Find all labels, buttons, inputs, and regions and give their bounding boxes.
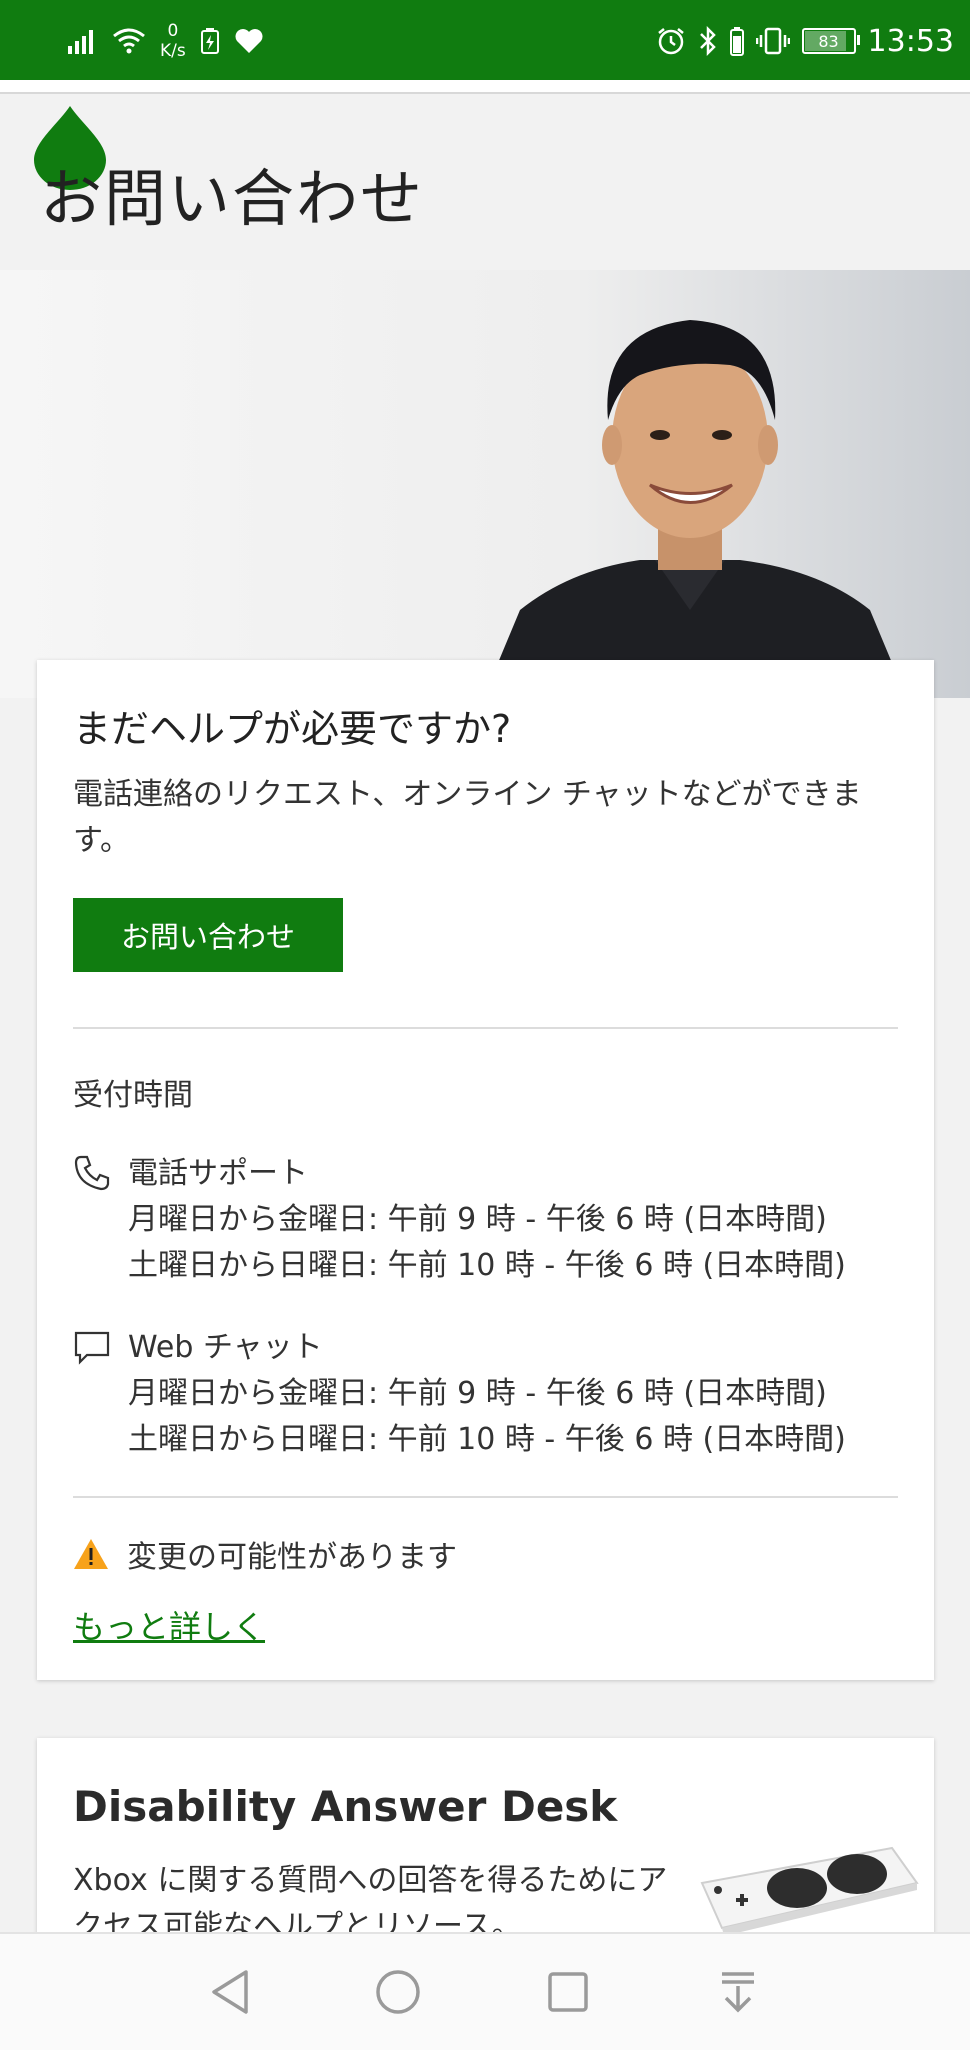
phone-hours-weekday: 月曜日から金曜日: 午前 9 時 - 午後 6 時 (日本時間) xyxy=(128,1202,827,1237)
help-card: まだヘルプが必要ですか? 電話連絡のリクエスト、オンライン チャットなどができま… xyxy=(37,660,934,1680)
home-icon xyxy=(376,1970,420,2014)
top-divider xyxy=(0,80,970,94)
phone-support-name: 電話サポート xyxy=(128,1156,308,1191)
chat-hours-weekday: 月曜日から金曜日: 午前 9 時 - 午後 6 時 (日本時間) xyxy=(128,1376,827,1411)
warning-icon xyxy=(74,1539,108,1569)
change-notice: 変更の可能性があります xyxy=(73,1532,457,1576)
web-chat-name: Web チャット xyxy=(128,1330,323,1365)
page-header: お問い合わせ xyxy=(0,94,970,270)
chat-icon xyxy=(74,1331,110,1365)
status-left: 0 K/s xyxy=(68,18,264,64)
vibrate-icon xyxy=(755,27,790,55)
navigation-bar xyxy=(0,1932,970,2050)
battery-indicator: 83 xyxy=(801,28,860,54)
support-agent-photo xyxy=(495,320,895,670)
adaptive-controller-image xyxy=(700,1846,919,1936)
phone-icon xyxy=(74,1155,110,1191)
network-speed-value: 0 xyxy=(167,21,179,41)
back-button[interactable] xyxy=(200,1962,260,2022)
web-chat-section: Web チャット 月曜日から金曜日: 午前 9 時 - 午後 6 時 (日本時間… xyxy=(73,1322,898,1457)
network-speed-unit: K/s xyxy=(160,41,186,61)
page-title: お問い合わせ xyxy=(40,162,425,235)
phone-support-section: 電話サポート 月曜日から金曜日: 午前 9 時 - 午後 6 時 (日本時間) … xyxy=(73,1148,898,1283)
back-icon xyxy=(212,1970,248,2014)
help-card-title: まだヘルプが必要ですか? xyxy=(73,707,512,751)
status-right: 83 13:53 xyxy=(656,18,954,64)
hours-title: 受付時間 xyxy=(73,1078,193,1113)
alarm-icon xyxy=(657,28,684,55)
change-notice-text: 変更の可能性があります xyxy=(127,1540,457,1575)
disability-card-title: Disability Answer Desk xyxy=(73,1782,618,1831)
notifications-button[interactable] xyxy=(708,1962,768,2022)
recents-button[interactable] xyxy=(538,1962,598,2022)
divider xyxy=(73,1027,898,1029)
status-bar: 0 K/s 83 13:53 xyxy=(0,0,970,80)
contact-button[interactable]: お問い合わせ xyxy=(73,898,343,972)
battery-saver-icon xyxy=(200,28,219,54)
hero-image xyxy=(0,270,970,698)
help-card-description: 電話連絡のリクエスト、オンライン チャットなどができます。 xyxy=(73,777,862,858)
chat-hours-weekend: 土曜日から日曜日: 午前 10 時 - 午後 6 時 (日本時間) xyxy=(128,1422,846,1457)
wifi-icon xyxy=(113,28,145,54)
divider xyxy=(73,1496,898,1498)
recents-icon xyxy=(548,1972,588,2012)
signal-icon xyxy=(68,30,93,54)
clock: 13:53 xyxy=(867,23,954,59)
phone-hours-weekend: 土曜日から日曜日: 午前 10 時 - 午後 6 時 (日本時間) xyxy=(128,1248,846,1283)
heart-icon xyxy=(235,29,263,53)
bluetooth-icon xyxy=(699,26,716,56)
learn-more-link[interactable]: もっと詳しく xyxy=(73,1602,265,1648)
battery-small-icon xyxy=(729,27,744,56)
battery-percent: 83 xyxy=(818,31,839,51)
network-speed: 0 K/s xyxy=(160,21,186,61)
home-button[interactable] xyxy=(368,1962,428,2022)
notifications-icon xyxy=(722,1972,754,2013)
